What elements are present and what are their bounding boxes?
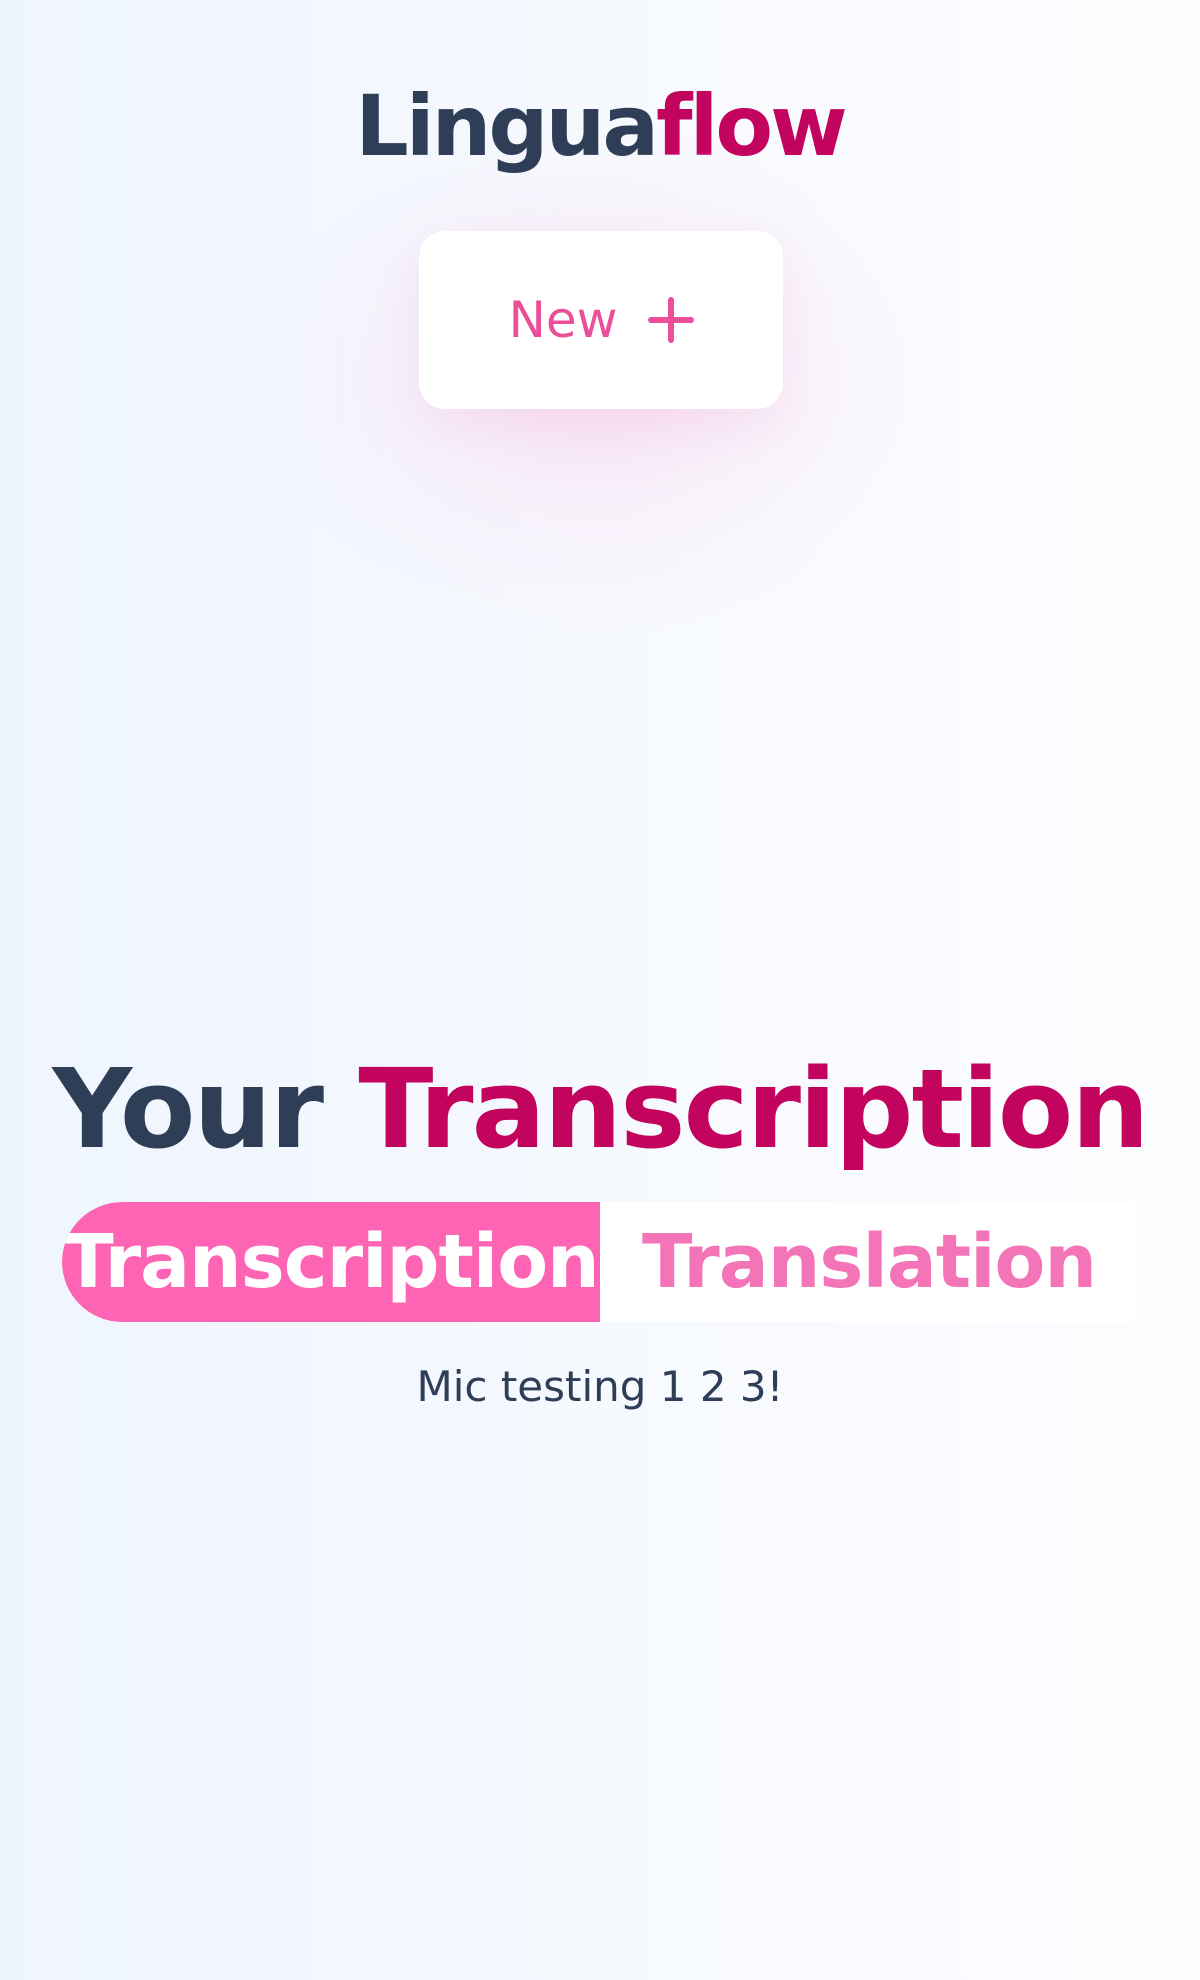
new-button-label: New — [508, 291, 618, 349]
logo-text-accent: flow — [656, 77, 848, 175]
page-title: Your Transcription — [0, 1051, 1200, 1168]
logo-text-primary: Lingua — [355, 77, 659, 175]
transcription-output: Mic testing 1 2 3! — [416, 1362, 784, 1411]
new-button[interactable]: New — [419, 231, 783, 409]
tab-transcription[interactable]: Transcription — [62, 1202, 600, 1322]
output-tabs: Transcription Translation — [62, 1202, 1138, 1322]
page-title-prefix: Your — [52, 1045, 324, 1173]
app-logo: Linguaflow — [0, 84, 1200, 168]
plus-icon — [647, 297, 694, 343]
tab-translation[interactable]: Translation — [600, 1202, 1138, 1322]
page-title-main: Transcription — [358, 1045, 1149, 1173]
